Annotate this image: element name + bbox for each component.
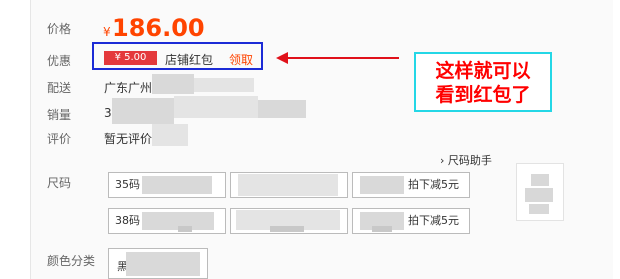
blurred-region <box>525 188 553 202</box>
size-label: 尺码 <box>47 176 72 190</box>
annotation-line-2: 看到红包了 <box>435 84 531 106</box>
blurred-region <box>529 204 549 214</box>
sales-value: 3 <box>104 106 112 120</box>
blurred-region <box>174 96 258 118</box>
currency-symbol: ¥ <box>103 25 111 39</box>
coupon-amount-badge: ¥ 5.00 <box>104 51 157 65</box>
blurred-region <box>238 174 338 196</box>
blurred-region <box>178 226 192 232</box>
blurred-region <box>360 176 404 194</box>
arrow-line <box>287 57 399 59</box>
annotation-callout: 这样就可以 看到红包了 <box>414 52 552 112</box>
color-label: 颜色分类 <box>47 254 96 268</box>
price-label: 价格 <box>47 22 72 36</box>
promo-label: 优惠 <box>47 54 72 68</box>
size-option-text: 38码 <box>115 214 140 227</box>
shipping-label: 配送 <box>47 81 72 95</box>
rating-value: 暂无评价 <box>104 132 153 146</box>
annotation-line-1: 这样就可以 <box>435 60 531 82</box>
size-helper-link[interactable]: › 尺码助手 <box>440 152 492 168</box>
blurred-region <box>194 78 254 92</box>
blurred-region <box>126 252 200 276</box>
blurred-region <box>270 226 304 232</box>
size-option-discount: 拍下减5元 <box>408 214 459 227</box>
size-option-text: 35码 <box>115 178 140 191</box>
shipping-value: 广东广州 <box>104 81 153 95</box>
blurred-region <box>142 176 212 194</box>
size-helper-text: 尺码助手 <box>447 154 492 167</box>
blurred-region <box>112 98 174 124</box>
price-value: 186.00 <box>112 14 205 42</box>
coupon-name: 店铺红包 <box>165 53 214 67</box>
claim-coupon-link[interactable]: 领取 <box>229 51 253 68</box>
blurred-region <box>531 174 549 186</box>
rating-label: 评价 <box>47 132 72 146</box>
size-option-discount: 拍下减5元 <box>408 178 459 191</box>
blurred-region <box>152 124 188 146</box>
blurred-region <box>152 74 194 94</box>
sales-label: 销量 <box>47 108 72 122</box>
blurred-region <box>372 226 392 232</box>
blurred-region <box>258 100 306 118</box>
product-thumbnail[interactable] <box>516 163 564 221</box>
